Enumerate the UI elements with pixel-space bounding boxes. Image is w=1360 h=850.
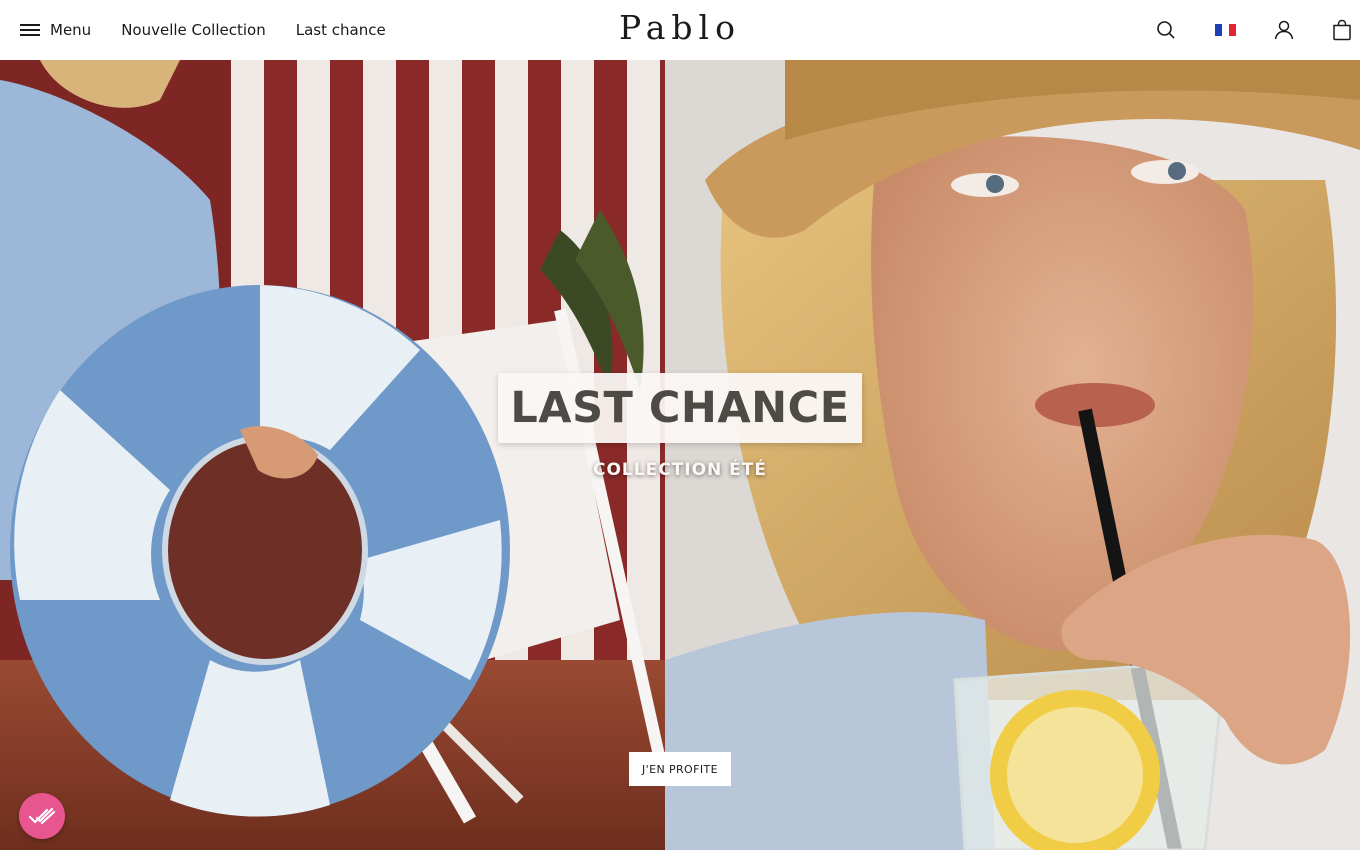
account-icon[interactable] [1272, 18, 1296, 42]
menu-label: Menu [50, 21, 92, 39]
hero-banner[interactable]: LAST CHANCE COLLECTION ÉTÉ J'EN PROFITE [0, 60, 1360, 850]
nav-link-last-chance[interactable]: Last chance [296, 21, 386, 39]
nav-link-nouvelle-collection[interactable]: Nouvelle Collection [121, 21, 266, 39]
headline-box: LAST CHANCE [498, 373, 862, 443]
site-logo[interactable]: Pablo [619, 8, 741, 47]
check-badge-icon[interactable] [19, 793, 65, 839]
header-nav-left: Menu Nouvelle Collection Last chance [20, 0, 416, 60]
jen-profite-button[interactable]: J'EN PROFITE [629, 752, 731, 786]
hamburger-icon [20, 23, 40, 37]
hero-subline: COLLECTION ÉTÉ [592, 460, 768, 480]
menu-button[interactable]: Menu [20, 21, 91, 39]
bag-icon[interactable] [1330, 18, 1354, 42]
hero-image-left [0, 60, 665, 850]
hero-headline: LAST CHANCE [510, 383, 850, 433]
search-icon[interactable] [1154, 18, 1178, 42]
site-header: Menu Nouvelle Collection Last chance Pab… [0, 0, 1360, 60]
header-nav-right [1120, 0, 1360, 60]
france-flag-icon[interactable] [1213, 18, 1237, 42]
hero-image-right [665, 60, 1360, 850]
